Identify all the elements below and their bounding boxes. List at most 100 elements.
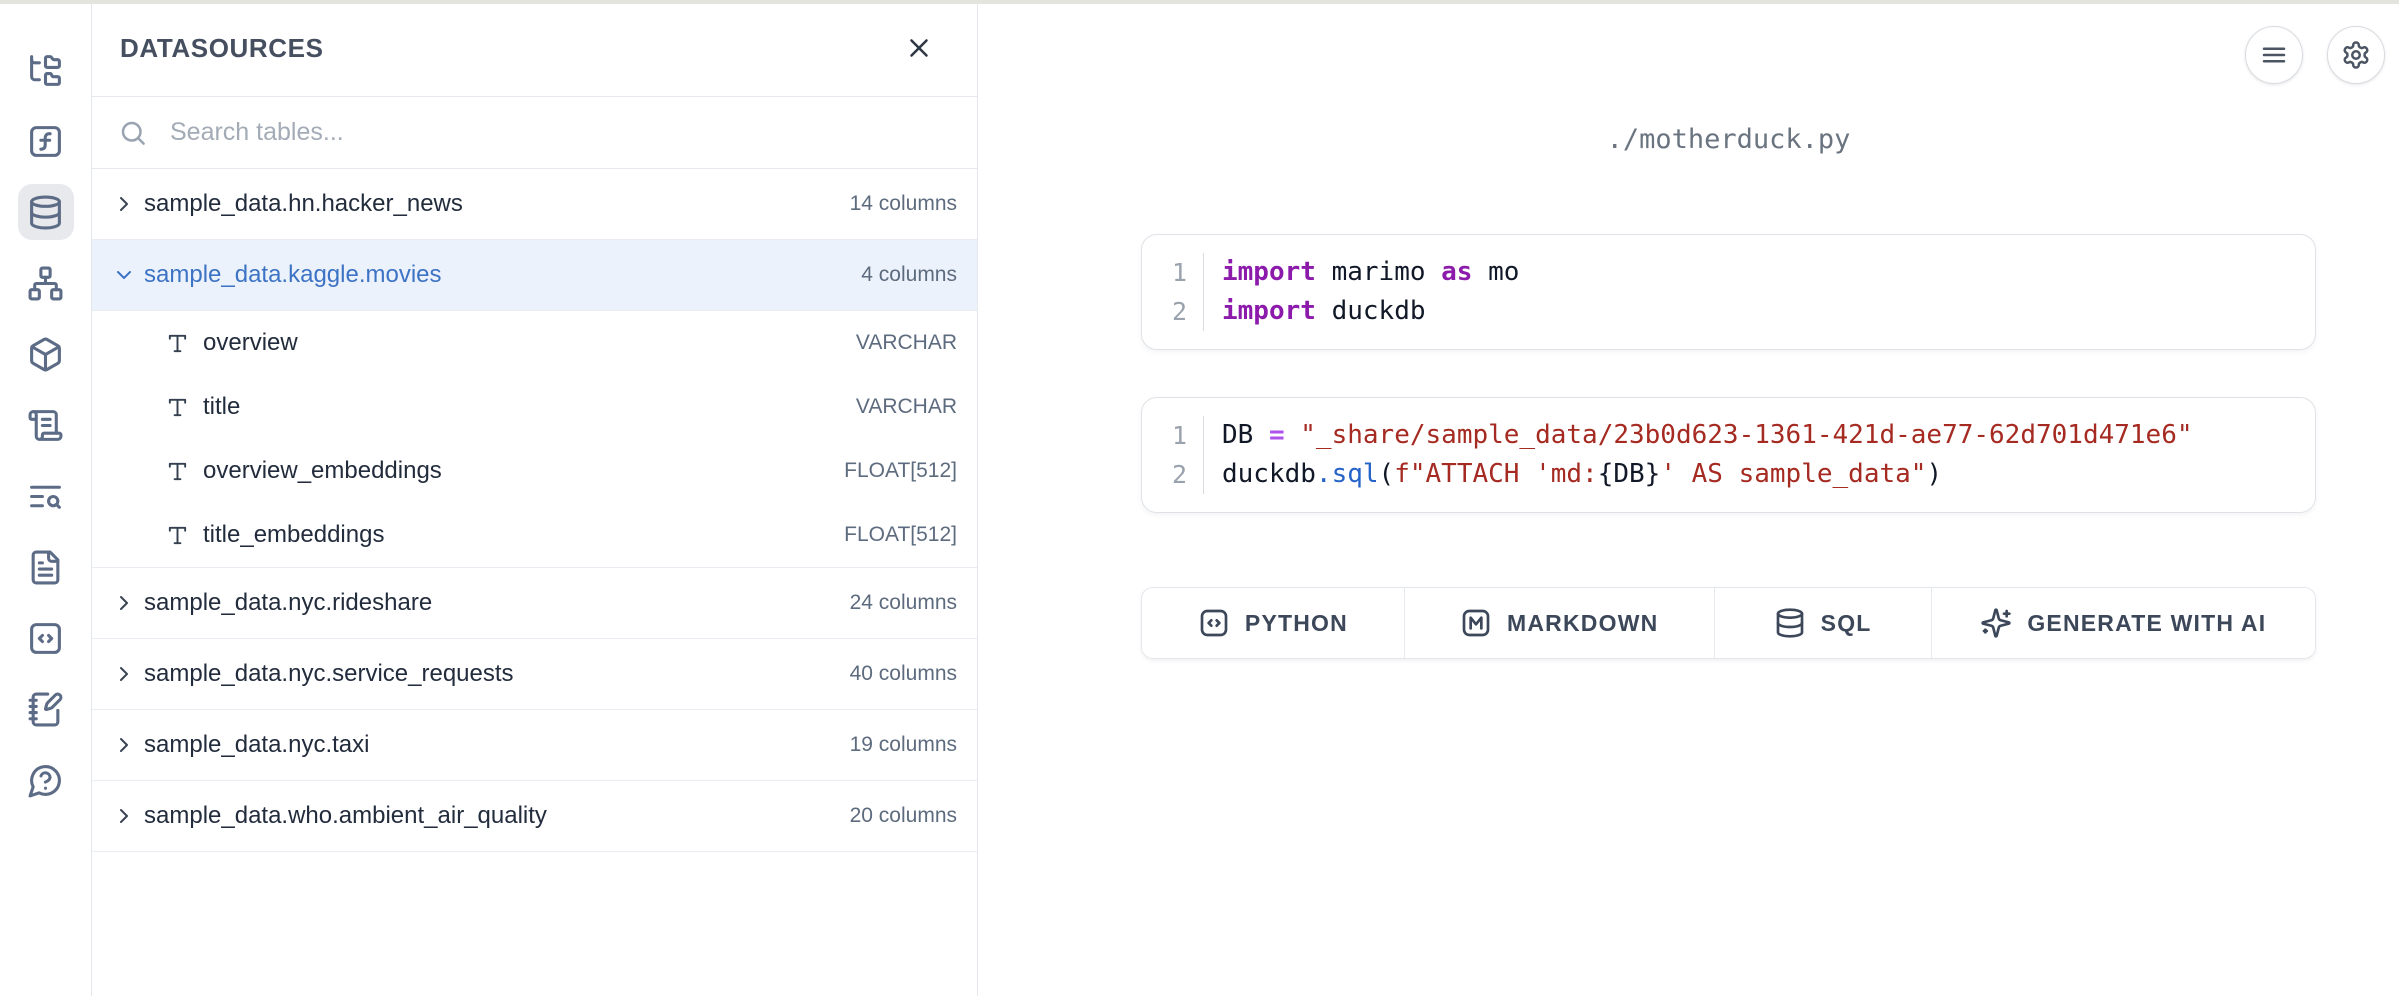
- code-token: marimo: [1316, 257, 1441, 287]
- file-tree-icon: [27, 52, 64, 89]
- window-top-edge: [0, 0, 2399, 4]
- sidebar-item-variables[interactable]: [18, 113, 74, 169]
- code-token: "_share/sample_data/23b0d623-1361-421d-a…: [1300, 420, 2192, 450]
- line-numbers: 1 2: [1142, 253, 1204, 331]
- table-row-who-ambient-air-quality[interactable]: sample_data.who.ambient_air_quality 20 c…: [92, 781, 977, 852]
- code-line: import duckdb: [1222, 292, 2315, 331]
- notebook-menu-button[interactable]: [2245, 26, 2303, 84]
- chevron-down-icon[interactable]: [112, 263, 136, 287]
- column-row-title-embeddings[interactable]: title_embeddings FLOAT[512]: [92, 503, 977, 567]
- code-token: import: [1222, 257, 1316, 287]
- sidebar-item-logs[interactable]: [18, 397, 74, 453]
- code-token: mo: [1472, 257, 1519, 287]
- sparkles-icon: [1980, 607, 2012, 639]
- gear-icon: [2341, 40, 2371, 70]
- sidebar-item-snippets[interactable]: [18, 610, 74, 666]
- code-editor[interactable]: import marimo as mo import duckdb: [1204, 253, 2315, 331]
- generate-with-ai-button[interactable]: GENERATE WITH AI: [1931, 588, 2315, 658]
- button-label: PYTHON: [1245, 610, 1348, 637]
- table-row-nyc-rideshare[interactable]: sample_data.nyc.rideshare 24 columns: [92, 568, 977, 639]
- column-row-overview-embeddings[interactable]: overview_embeddings FLOAT[512]: [92, 439, 977, 503]
- code-editor[interactable]: DB = "_share/sample_data/23b0d623-1361-4…: [1204, 416, 2315, 494]
- code-token: duckdb: [1222, 459, 1316, 489]
- settings-button[interactable]: [2327, 26, 2385, 84]
- table-column-count: 19 columns: [850, 733, 957, 757]
- search-row: [92, 97, 977, 169]
- column-type: FLOAT[512]: [844, 459, 957, 483]
- chevron-right-icon[interactable]: [112, 733, 136, 757]
- column-name: overview_embeddings: [203, 457, 844, 485]
- sidebar-item-file-explorer[interactable]: [18, 42, 74, 98]
- code-token: as: [1441, 257, 1472, 287]
- square-function-icon: [27, 123, 64, 160]
- table-row-hacker-news[interactable]: sample_data.hn.hacker_news 14 columns: [92, 169, 977, 240]
- helper-sidebar: [0, 0, 92, 996]
- chevron-right-icon[interactable]: [112, 192, 136, 216]
- code-cell-attach-db[interactable]: 1 2 DB = "_share/sample_data/23b0d623-13…: [1141, 397, 2316, 513]
- line-numbers: 1 2: [1142, 416, 1204, 494]
- column-name: overview: [203, 329, 856, 357]
- column-type: VARCHAR: [856, 395, 957, 419]
- add-markdown-cell-button[interactable]: MARKDOWN: [1404, 588, 1714, 658]
- code-cell-imports[interactable]: 1 2 import marimo as mo import duckdb: [1141, 234, 2316, 350]
- search-tables-input[interactable]: [170, 118, 977, 147]
- add-python-cell-button[interactable]: PYTHON: [1142, 588, 1404, 658]
- sidebar-item-outline-search[interactable]: [18, 468, 74, 524]
- square-code-icon: [27, 620, 64, 657]
- line-number: 1: [1142, 253, 1187, 292]
- text-type-icon: [166, 524, 189, 547]
- table-columns-list: overview VARCHAR title VARCHAR overview_…: [92, 311, 977, 568]
- column-row-overview[interactable]: overview VARCHAR: [92, 311, 977, 375]
- message-question-icon: [27, 762, 64, 799]
- column-name: title: [203, 393, 856, 421]
- button-label: SQL: [1821, 610, 1872, 637]
- code-token: ): [1926, 459, 1942, 489]
- scroll-text-icon: [27, 407, 64, 444]
- table-row-kaggle-movies[interactable]: sample_data.kaggle.movies 4 columns: [92, 240, 977, 311]
- line-number: 2: [1142, 455, 1187, 494]
- table-name: sample_data.nyc.taxi: [144, 731, 850, 759]
- code-line: DB = "_share/sample_data/23b0d623-1361-4…: [1222, 416, 2315, 455]
- table-name: sample_data.nyc.service_requests: [144, 660, 850, 688]
- column-type: FLOAT[512]: [844, 523, 957, 547]
- line-number: 1: [1142, 416, 1187, 455]
- notebook-filename[interactable]: ./motherduck.py: [1141, 118, 2316, 162]
- sidebar-item-help[interactable]: [18, 752, 74, 808]
- code-token: .sql: [1316, 459, 1379, 489]
- column-name: title_embeddings: [203, 521, 844, 549]
- table-name: sample_data.nyc.rideshare: [144, 589, 850, 617]
- add-sql-cell-button[interactable]: SQL: [1714, 588, 1931, 658]
- table-row-nyc-service-requests[interactable]: sample_data.nyc.service_requests 40 colu…: [92, 639, 977, 710]
- notebook-pen-icon: [27, 691, 64, 728]
- menu-icon: [2259, 40, 2289, 70]
- chevron-right-icon[interactable]: [112, 804, 136, 828]
- text-type-icon: [166, 396, 189, 419]
- table-name: sample_data.kaggle.movies: [144, 261, 861, 289]
- sidebar-item-scratchpad[interactable]: [18, 681, 74, 737]
- close-panel-button[interactable]: [901, 30, 937, 66]
- text-search-icon: [27, 478, 64, 515]
- notebook-content: ./motherduck.py 1 2 import marimo as mo …: [1141, 118, 2316, 659]
- chevron-right-icon[interactable]: [112, 591, 136, 615]
- table-name: sample_data.hn.hacker_news: [144, 190, 850, 218]
- add-cell-button-bar: PYTHON MARKDOWN SQL GENERATE WITH AI: [1141, 587, 2316, 659]
- sidebar-item-packages[interactable]: [18, 326, 74, 382]
- column-type: VARCHAR: [856, 331, 957, 355]
- code-token: duckdb: [1316, 296, 1426, 326]
- sidebar-item-dependencies[interactable]: [18, 255, 74, 311]
- table-column-count: 24 columns: [850, 591, 957, 615]
- panel-header: DATASOURCES: [92, 0, 977, 97]
- close-icon: [904, 33, 934, 63]
- sidebar-item-datasources[interactable]: [18, 184, 74, 240]
- sidebar-item-documentation[interactable]: [18, 539, 74, 595]
- table-name: sample_data.who.ambient_air_quality: [144, 802, 850, 830]
- top-actions: [2245, 26, 2385, 84]
- datasources-panel: DATASOURCES sample_data.hn.hacker_news 1…: [92, 0, 978, 996]
- code-token: ' AS sample_data": [1660, 459, 1926, 489]
- code-line: import marimo as mo: [1222, 253, 2315, 292]
- chevron-right-icon[interactable]: [112, 662, 136, 686]
- panel-title: DATASOURCES: [120, 33, 901, 64]
- column-row-title[interactable]: title VARCHAR: [92, 375, 977, 439]
- button-label: MARKDOWN: [1507, 610, 1658, 637]
- table-row-nyc-taxi[interactable]: sample_data.nyc.taxi 19 columns: [92, 710, 977, 781]
